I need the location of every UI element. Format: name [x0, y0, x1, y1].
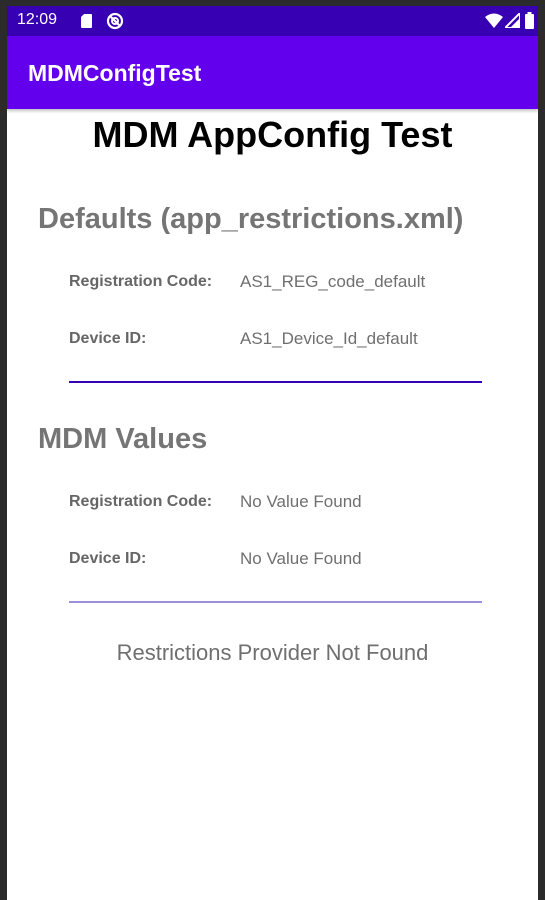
section-divider: [69, 381, 482, 383]
status-time: 12:09: [17, 11, 58, 28]
defaults-device-value: AS1_Device_Id_default: [240, 329, 418, 348]
defaults-registration-label: Registration Code:: [69, 273, 213, 290]
sd-card-icon: [81, 14, 92, 28]
app-title: MDMConfigTest: [28, 60, 202, 86]
status-message: Restrictions Provider Not Found: [116, 640, 429, 665]
section-divider: [69, 601, 482, 603]
mdm-registration-value: No Value Found: [240, 492, 362, 511]
mdm-device-label: Device ID:: [69, 550, 147, 567]
mdm-heading: MDM Values: [38, 423, 208, 455]
defaults-device-label: Device ID:: [69, 330, 147, 347]
phone-screen: 12:09 MDMConfigTest MDM AppConfig Test D…: [7, 6, 538, 900]
wifi-icon: [485, 13, 503, 28]
sync-disabled-icon: [106, 12, 124, 30]
defaults-registration-value: AS1_REG_code_default: [240, 272, 426, 291]
app-bar: MDMConfigTest: [7, 36, 538, 109]
defaults-heading: Defaults (app_restrictions.xml): [38, 203, 464, 235]
status-bar: 12:09: [7, 6, 538, 36]
mdm-device-value: No Value Found: [240, 549, 362, 568]
battery-icon: [525, 12, 534, 29]
mdm-registration-label: Registration Code:: [69, 493, 213, 510]
cell-signal-icon: [505, 13, 520, 28]
page-title: MDM AppConfig Test: [92, 114, 453, 155]
